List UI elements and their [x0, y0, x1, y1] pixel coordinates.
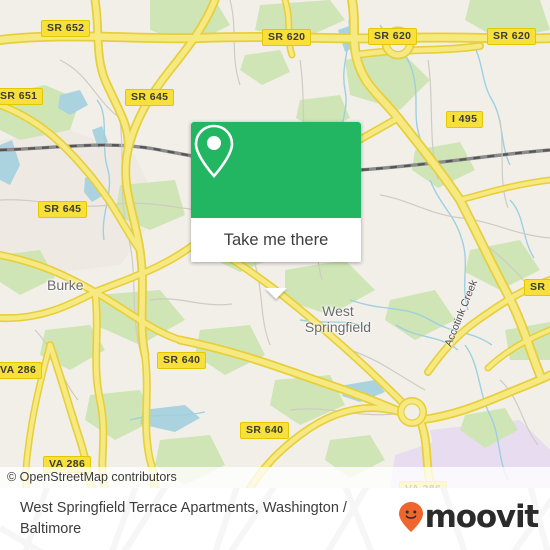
location-pin-icon: [194, 124, 234, 178]
road-shield: SR 620: [262, 29, 312, 46]
station-callout-card[interactable]: Take me there: [191, 122, 361, 299]
footer-bar: West Springfield Terrace Apartments, Was…: [0, 488, 550, 550]
road-shield: SR 640: [157, 352, 207, 369]
location-title: West Springfield Terrace Apartments, Was…: [20, 500, 347, 537]
moovit-wordmark: moovit: [424, 498, 540, 535]
take-me-there-label: Take me there: [223, 230, 329, 249]
place-label-west-springfield: West Springfield: [304, 303, 372, 335]
road-shield: SR 645: [38, 201, 88, 218]
road-shield: I 495: [446, 111, 484, 128]
road-shield: SR 651: [0, 88, 44, 105]
road-shield: SR: [524, 279, 550, 296]
map-attribution-bar: © OpenStreetMap contributors: [0, 467, 550, 488]
road-shield: SR 645: [125, 89, 175, 106]
road-shield: SR 620: [368, 28, 418, 45]
callout-card-header: [191, 122, 361, 218]
moovit-station-map-screenshot: SR 652 SR 620 SR 620 SR 620 SR 651 SR 64…: [0, 0, 550, 550]
moovit-pin-icon: [398, 502, 423, 532]
callout-card-tail: [265, 288, 287, 299]
road-shield: SR 640: [240, 422, 290, 439]
take-me-there-button[interactable]: Take me there: [191, 218, 361, 262]
map-canvas[interactable]: SR 652 SR 620 SR 620 SR 620 SR 651 SR 64…: [0, 0, 550, 488]
road-shield: SR 620: [487, 28, 537, 45]
moovit-logo[interactable]: moovit: [398, 498, 540, 535]
road-shield: SR 652: [41, 20, 91, 37]
road-shield: VA 286: [0, 362, 43, 379]
openstreetmap-attribution[interactable]: © OpenStreetMap contributors: [7, 470, 177, 484]
place-label-burke: Burke: [47, 277, 84, 293]
